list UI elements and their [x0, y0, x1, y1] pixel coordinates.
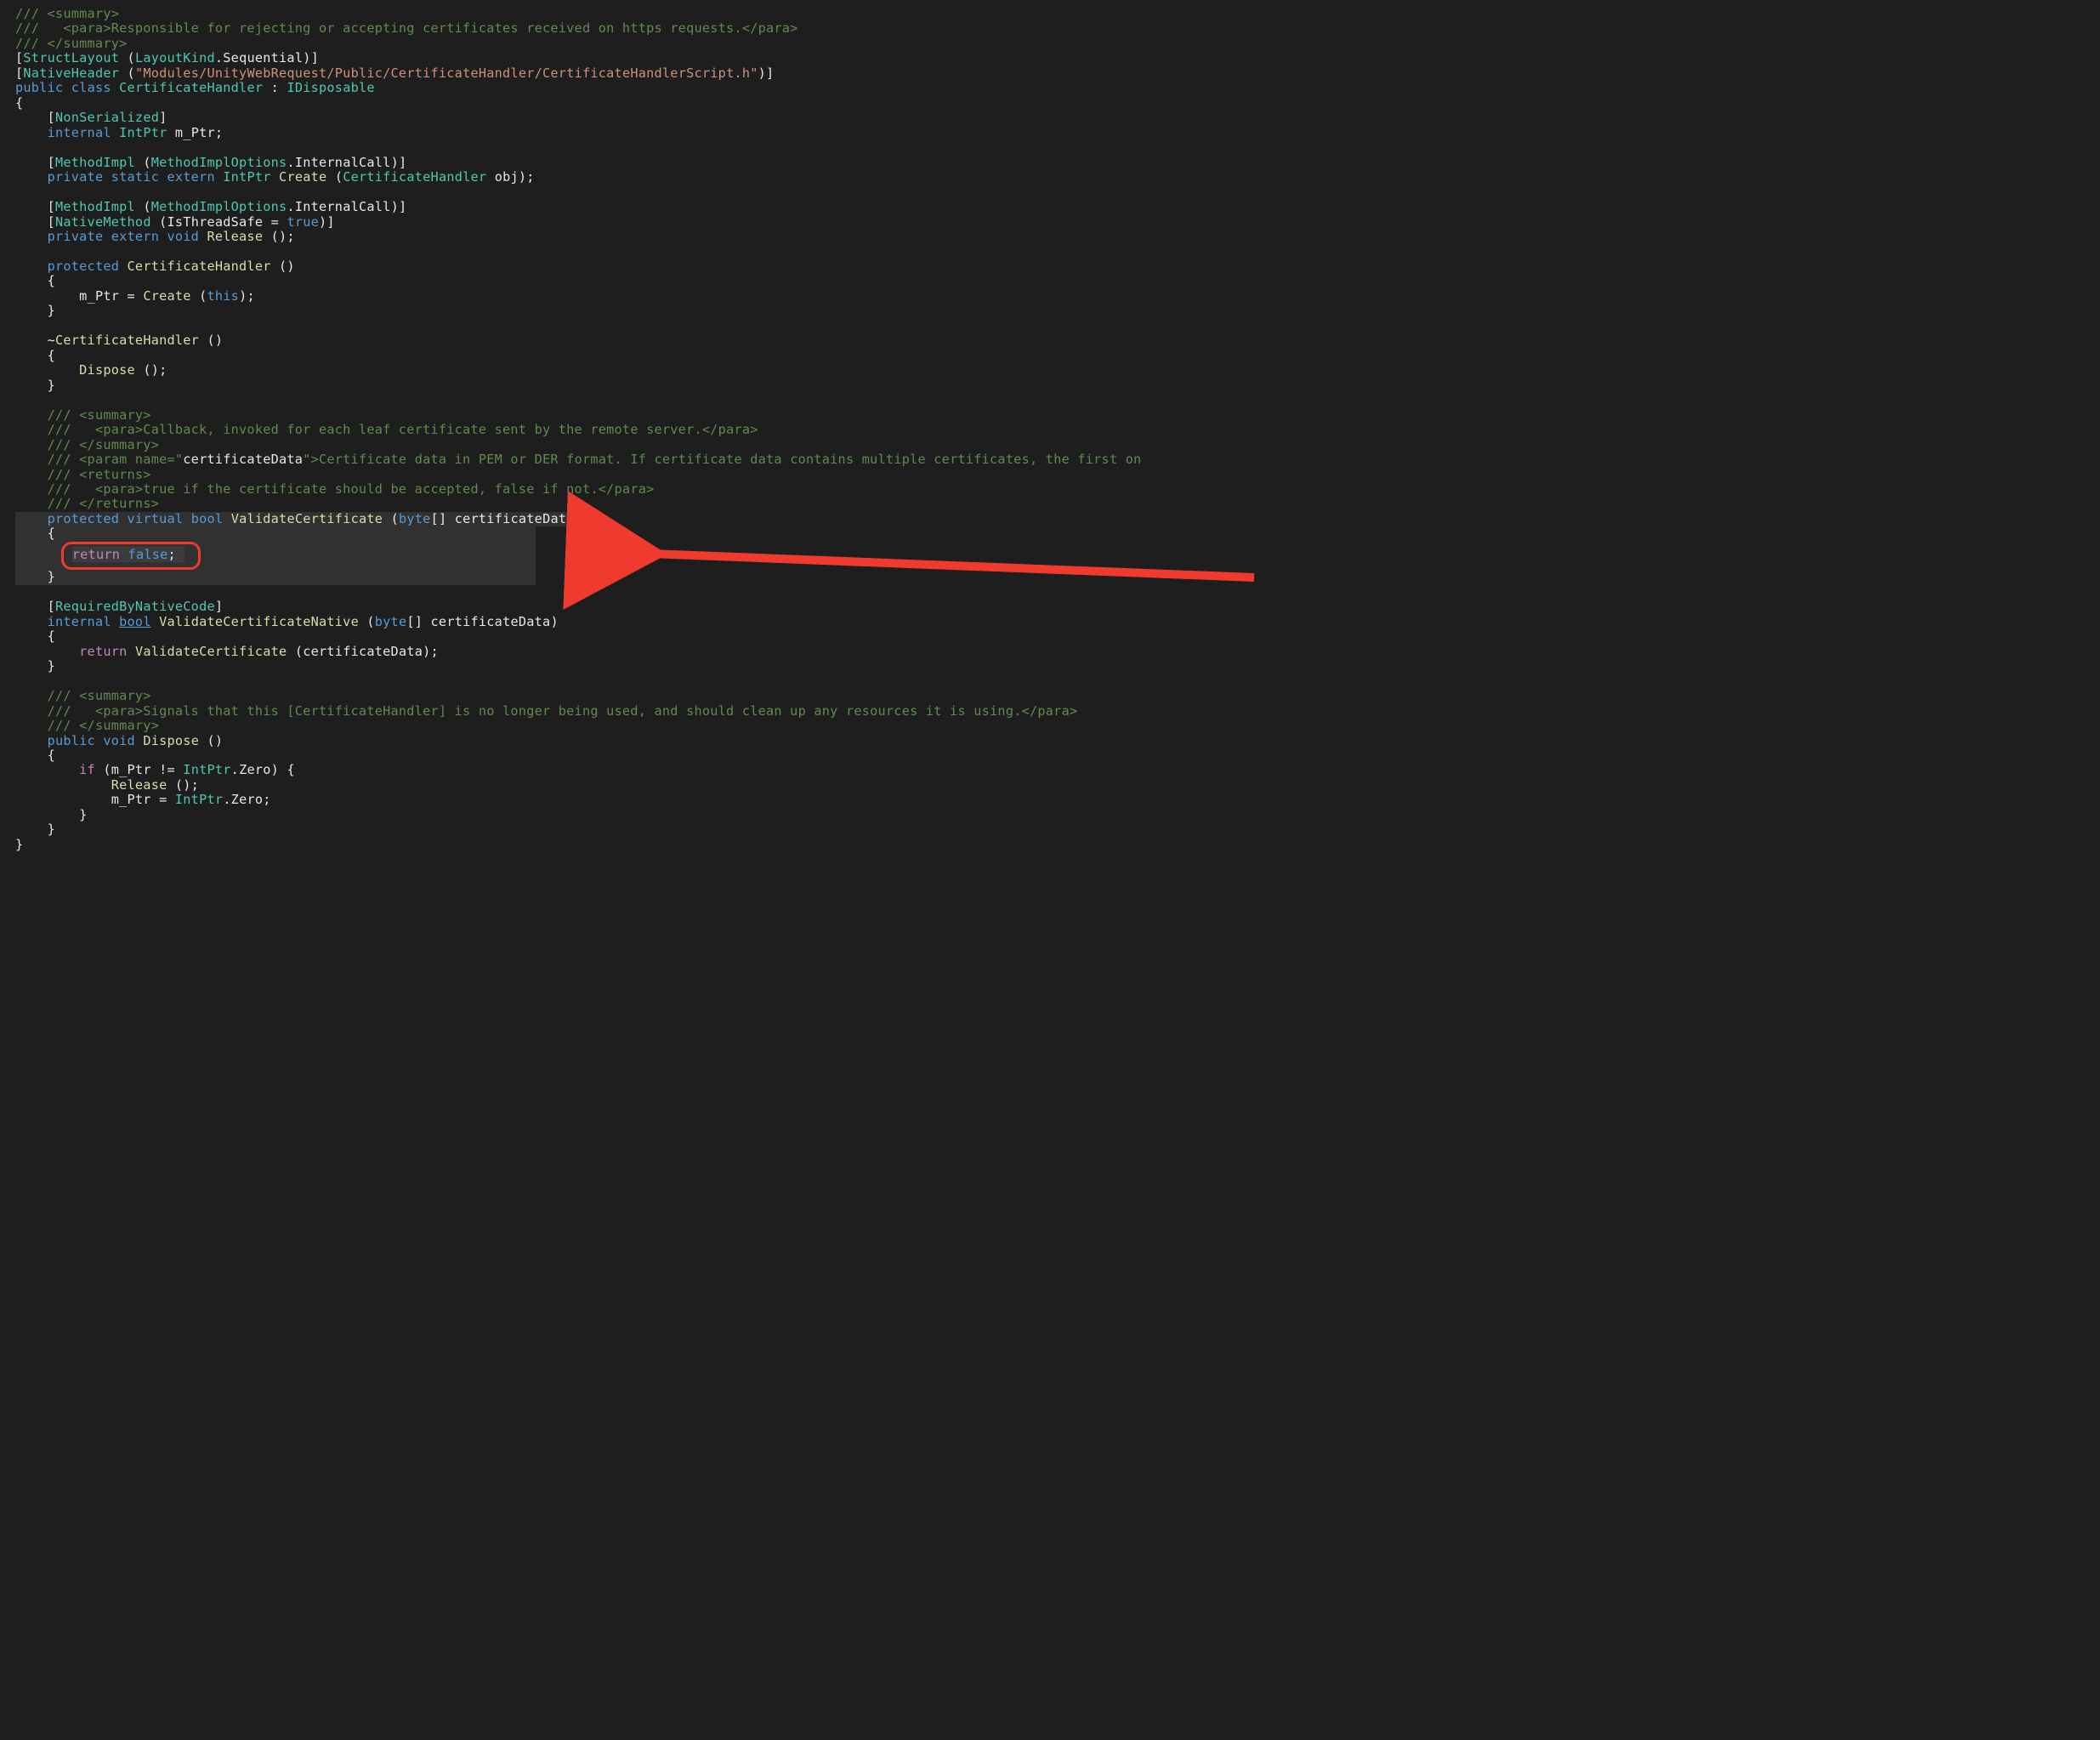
xmldoc-line: /// </summary> [15, 36, 128, 51]
xmldoc-line: /// <para>true if the certificate should… [48, 481, 655, 497]
code-editor[interactable]: /// <summary> /// <para>Responsible for … [0, 0, 2100, 869]
xmldoc-line: /// <returns> [48, 467, 151, 482]
statement: m_Ptr = Create (this); [79, 288, 255, 304]
statement: return ValidateCertificate (certificateD… [79, 644, 439, 659]
method-declaration: private extern void Release (); [48, 229, 295, 244]
brace: { [48, 628, 55, 644]
xmldoc-line: /// <para>Callback, invoked for each lea… [48, 422, 758, 437]
method-declaration: protected virtual bool ValidateCertifica… [48, 511, 582, 526]
xmldoc-line: /// <summary> [48, 688, 151, 703]
xmldoc-line: /// </summary> [48, 718, 160, 733]
field-declaration: internal IntPtr m_Ptr; [48, 125, 224, 140]
method-declaration: internal bool ValidateCertificateNative … [48, 614, 559, 629]
attribute-line: [StructLayout (LayoutKind.Sequential)] [15, 50, 319, 65]
brace: { [48, 748, 55, 763]
brace: { [48, 526, 55, 541]
brace: { [48, 348, 55, 363]
highlighted-line: { [15, 526, 536, 541]
brace: } [48, 569, 55, 584]
attribute-line: [MethodImpl (MethodImplOptions.InternalC… [48, 155, 407, 170]
brace: } [48, 822, 55, 837]
statement: if (m_Ptr != IntPtr.Zero) { [79, 762, 295, 777]
attribute-line: [NonSerialized] [48, 110, 167, 125]
brace: } [48, 378, 55, 393]
brace: { [48, 273, 55, 288]
ctor-declaration: protected CertificateHandler () [48, 259, 295, 274]
xmldoc-line: /// <summary> [48, 407, 151, 423]
arrow-icon [625, 543, 1271, 594]
statement: Release (); [111, 777, 199, 793]
attribute-line: [RequiredByNativeCode] [48, 599, 224, 614]
attribute-line: [NativeMethod (IsThreadSafe = true)] [48, 214, 335, 230]
brace: } [48, 303, 55, 318]
xmldoc-line: /// <param name="certificateData">Certif… [48, 452, 1142, 467]
xmldoc-line: /// <summary> [15, 6, 119, 21]
brace: } [48, 658, 55, 674]
xmldoc-line: /// </summary> [48, 437, 160, 452]
xmldoc-line: /// </returns> [48, 496, 160, 511]
statement: Dispose (); [79, 362, 167, 378]
highlighted-line: } [15, 570, 536, 584]
highlighted-line: protected virtual bool ValidateCertifica… [15, 512, 593, 526]
attribute-line: [MethodImpl (MethodImplOptions.InternalC… [48, 199, 407, 214]
highlighted-line: return false; [15, 542, 536, 570]
attribute-line: [NativeHeader ("Modules/UnityWebRequest/… [15, 65, 774, 81]
brace: } [79, 807, 87, 822]
brace: } [15, 837, 23, 852]
method-declaration: public void Dispose () [48, 733, 224, 748]
class-declaration: public class CertificateHandler : IDispo… [15, 80, 375, 95]
dtor-declaration: ~CertificateHandler () [48, 333, 224, 348]
statement: m_Ptr = IntPtr.Zero; [111, 792, 271, 807]
xmldoc-line: /// <para>Responsible for rejecting or a… [15, 20, 798, 36]
brace: { [15, 95, 23, 111]
method-declaration: private static extern IntPtr Create (Cer… [48, 169, 535, 185]
xmldoc-line: /// <para>Signals that this [Certificate… [48, 703, 1078, 719]
boxed-return-false: return false; [61, 542, 201, 570]
